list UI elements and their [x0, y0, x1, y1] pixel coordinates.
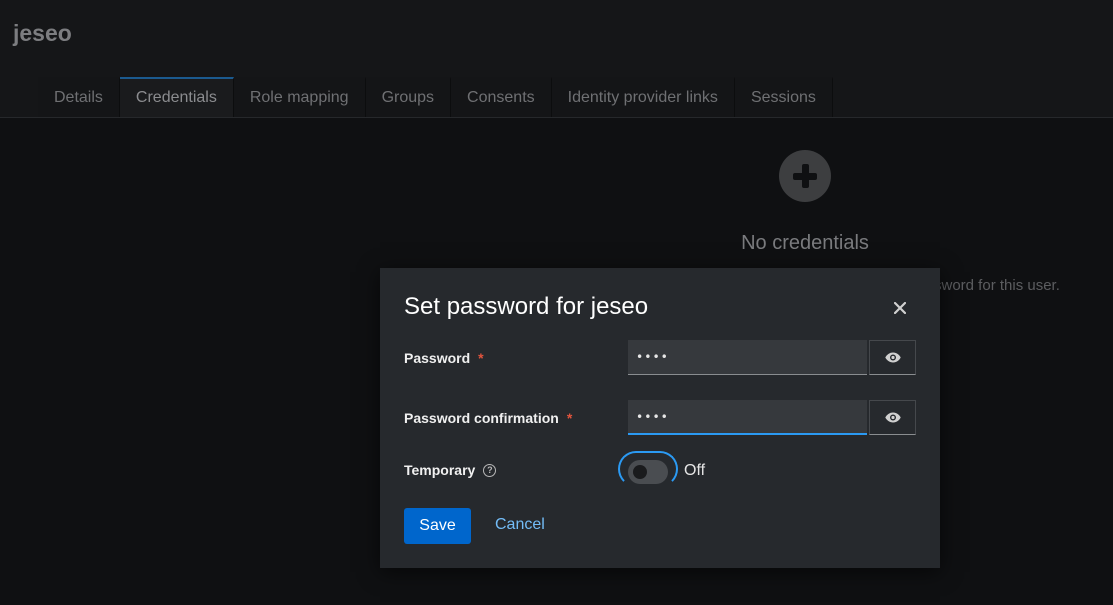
tab-consents[interactable]: Consents — [451, 77, 552, 117]
password-confirmation-label: Password confirmation * — [404, 410, 572, 426]
temporary-state-label: Off — [684, 462, 706, 479]
temporary-switch[interactable] — [628, 460, 668, 484]
tab-sessions[interactable]: Sessions — [734, 77, 833, 117]
empty-state-body: sword for this user. — [934, 277, 1060, 294]
close-icon — [894, 302, 906, 314]
empty-state-title: No credentials — [741, 232, 869, 254]
cancel-button[interactable]: Cancel — [495, 516, 545, 534]
temporary-switch-focus-ring — [618, 451, 678, 487]
set-password-modal: Set password for jeseo Password * Passwor… — [380, 268, 940, 568]
tab-identity-provider-links[interactable]: Identity provider links — [551, 77, 735, 117]
temporary-label-text: Temporary — [404, 462, 476, 478]
password-label: Password * — [404, 350, 484, 366]
password-confirmation-field-group — [628, 400, 916, 435]
tab-details[interactable]: Details — [38, 77, 120, 117]
close-button[interactable] — [890, 298, 910, 318]
save-button[interactable]: Save — [404, 508, 471, 544]
plus-circle-icon — [779, 150, 831, 202]
password-input[interactable] — [628, 340, 867, 375]
password-visibility-toggle[interactable] — [869, 340, 916, 375]
tab-groups[interactable]: Groups — [365, 77, 452, 117]
required-mark: * — [478, 350, 484, 366]
empty-state: No credentials — [705, 150, 905, 255]
page-title: jeseo — [13, 20, 72, 46]
switch-knob — [633, 465, 647, 479]
password-confirmation-input[interactable] — [628, 400, 867, 435]
eye-icon — [884, 412, 901, 423]
password-field-group — [628, 340, 916, 375]
password-confirmation-label-text: Password confirmation — [404, 410, 559, 426]
eye-icon — [884, 352, 901, 363]
modal-title: Set password for jeseo — [404, 293, 649, 320]
tab-credentials[interactable]: Credentials — [119, 77, 234, 117]
tab-role-mapping[interactable]: Role mapping — [233, 77, 366, 117]
question-circle-icon[interactable]: ? — [483, 463, 497, 477]
password-confirmation-visibility-toggle[interactable] — [869, 400, 916, 435]
password-label-text: Password — [404, 350, 471, 366]
page-header: jeseo Details Credentials Role mapping G… — [0, 0, 1113, 118]
required-mark: * — [566, 410, 573, 426]
tab-bar: Details Credentials Role mapping Groups … — [38, 77, 833, 117]
temporary-label: Temporary? — [404, 462, 497, 478]
